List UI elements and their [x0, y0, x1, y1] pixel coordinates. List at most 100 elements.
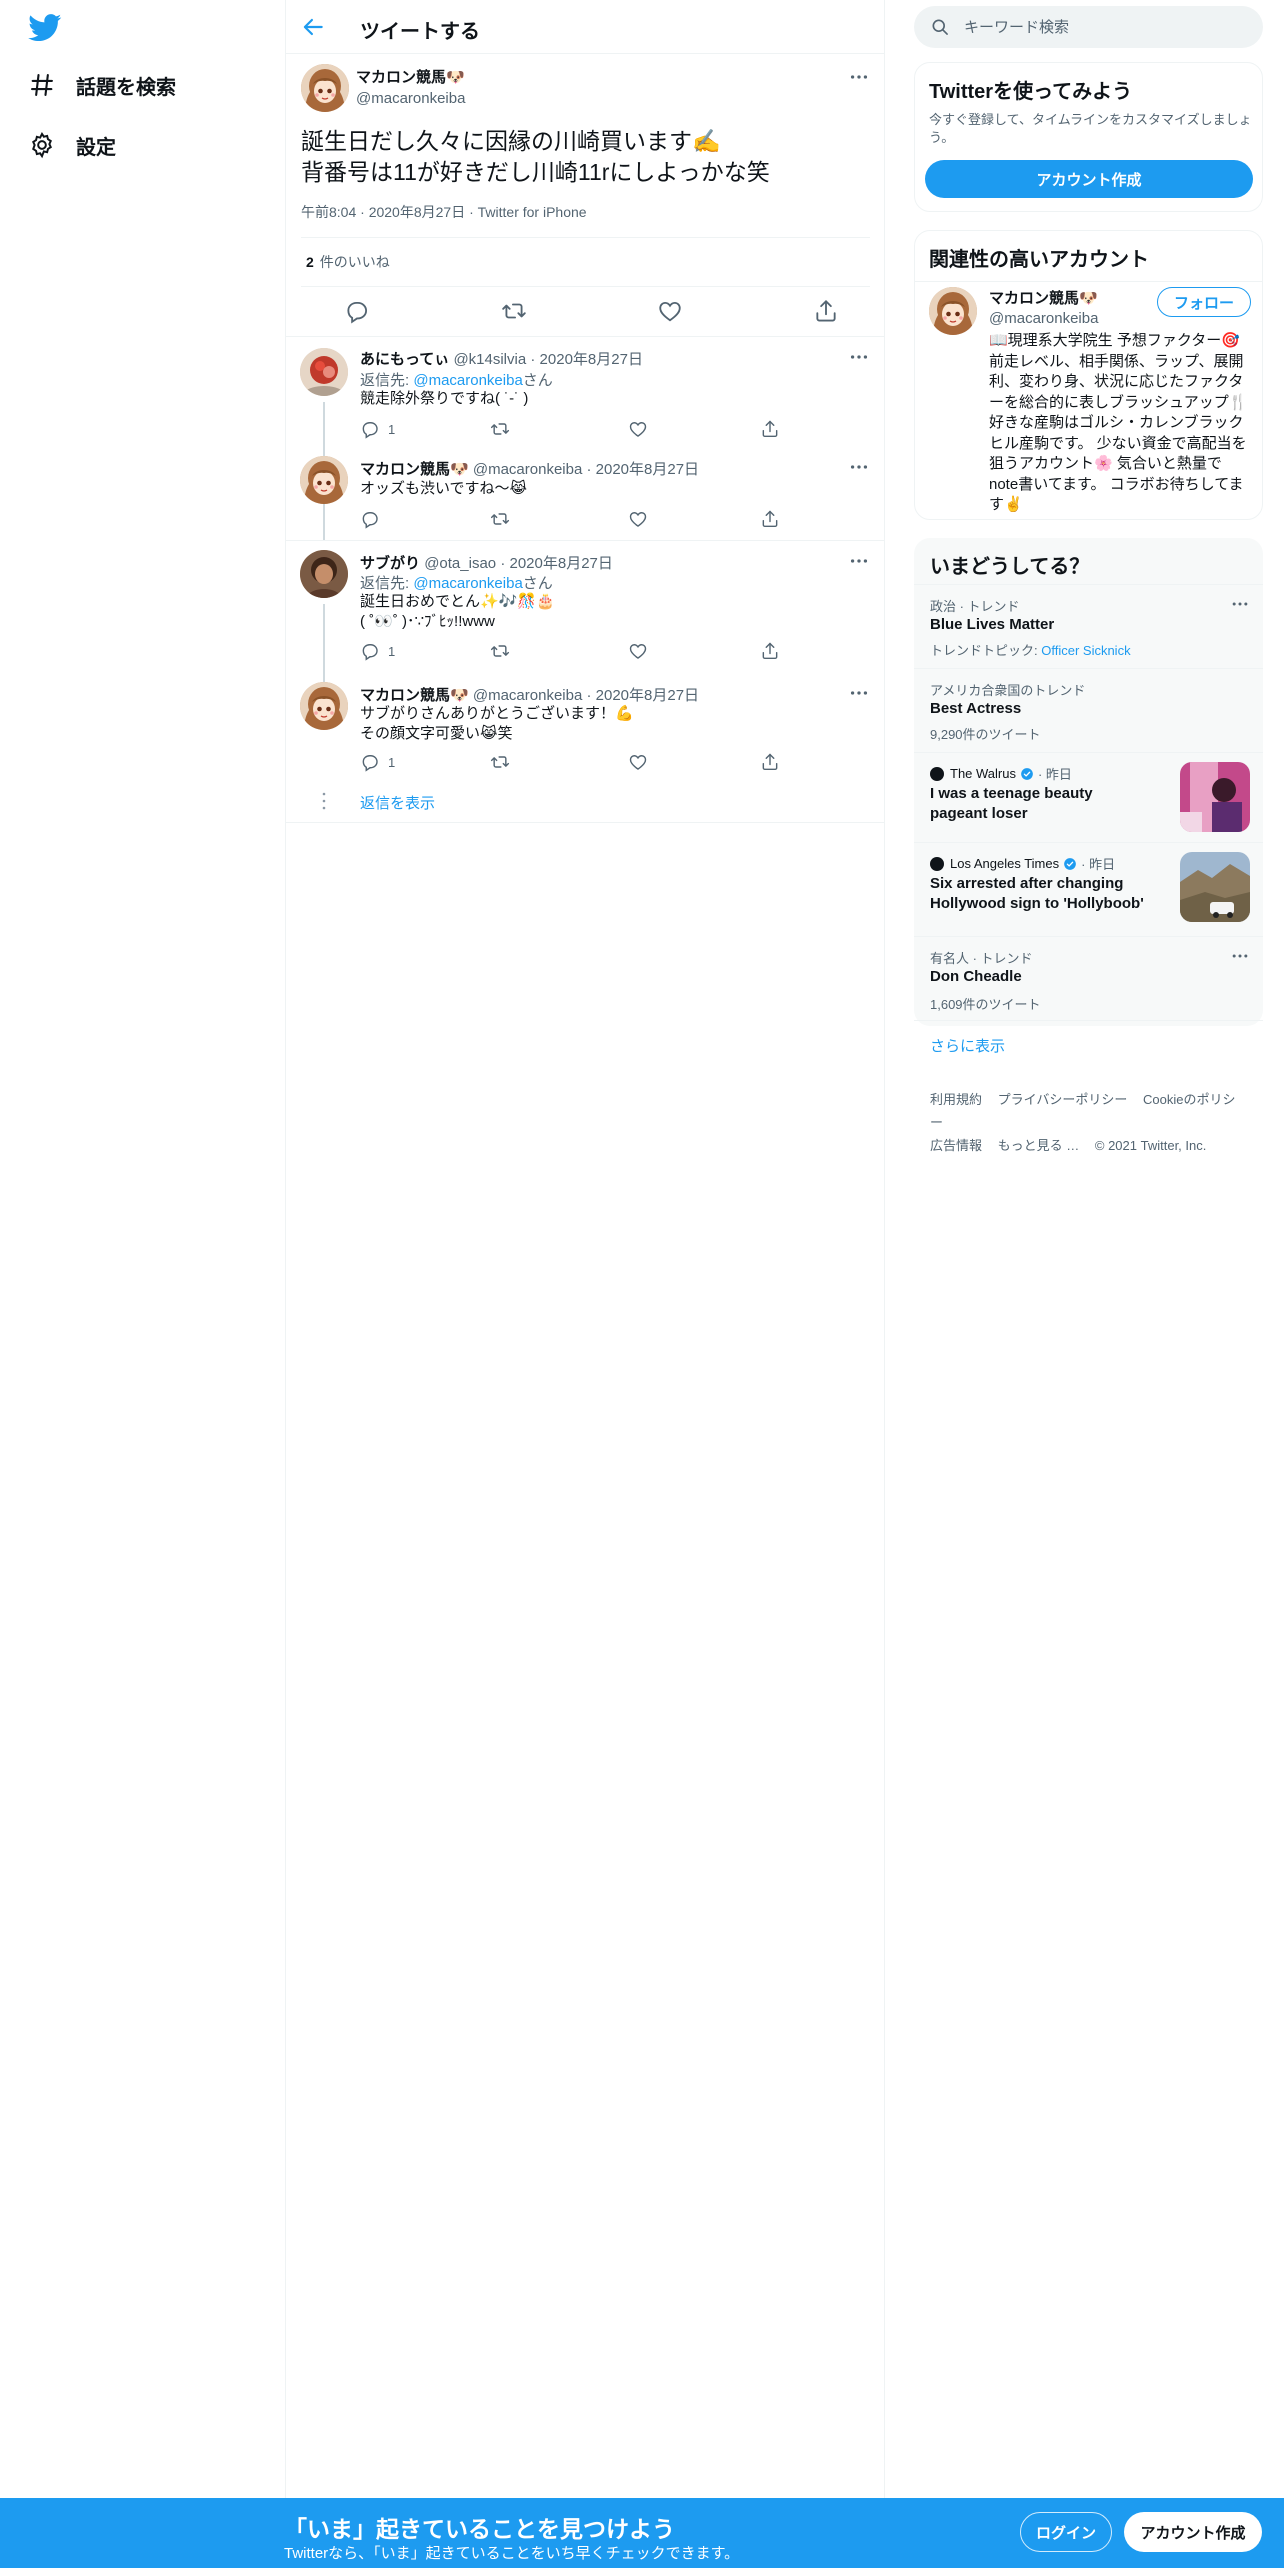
trend-topic-link[interactable]: Officer Sicknick [1041, 643, 1130, 658]
tweet-date[interactable]: 2020年8月27日 [540, 351, 643, 368]
likes-count[interactable]: 2 件のいいね [306, 252, 390, 272]
signup-button[interactable]: アカウント作成 [1124, 2512, 1262, 2552]
login-button[interactable]: ログイン [1020, 2512, 1112, 2552]
more-options-icon[interactable] [848, 682, 870, 704]
divider [286, 822, 884, 823]
more-options-icon[interactable] [1230, 594, 1250, 614]
trend-item[interactable]: アメリカ合衆国のトレンド Best Actress 9,290件のツイート [914, 668, 1263, 752]
avatar[interactable] [929, 287, 977, 335]
reply-icon[interactable] [344, 298, 370, 324]
author-handle[interactable]: @k14silvia [453, 351, 526, 368]
more-options-icon[interactable] [848, 66, 870, 88]
footer-link[interactable]: 利用規約 [930, 1092, 982, 1107]
author-name[interactable]: マカロン競馬🐶 [360, 461, 469, 478]
retweet-icon[interactable] [490, 640, 510, 662]
footer-link[interactable]: 広告情報 [930, 1138, 982, 1153]
related-account[interactable]: マカロン競馬🐶 @macaronkeiba [989, 287, 1098, 327]
show-replies-link[interactable]: 返信を表示 [360, 792, 435, 813]
trend-context: 政治 · トレンド [930, 599, 1020, 614]
avatar[interactable] [300, 348, 348, 396]
reply-icon[interactable]: 1 [360, 751, 395, 773]
like-icon[interactable] [628, 751, 648, 773]
like-icon[interactable] [628, 508, 648, 530]
more-options-icon[interactable] [848, 550, 870, 572]
vertical-dots-icon [316, 790, 332, 812]
share-icon[interactable] [760, 751, 780, 773]
reply-tweet[interactable]: サブがり @ota_isao · 2020年8月27日 返信先: @macaro… [286, 540, 884, 822]
more-options-icon[interactable] [848, 456, 870, 478]
bottom-bar-title: 「いま」起きていることを見つけよう [284, 2516, 675, 2542]
author-handle[interactable]: @macaronkeiba [473, 687, 582, 704]
reply-actions: 1 [360, 640, 780, 662]
share-icon[interactable] [760, 508, 780, 530]
like-icon[interactable] [628, 418, 648, 440]
show-more-link[interactable]: さらに表示 [930, 1035, 1005, 1056]
trend-context: 有名人 · トレンド [930, 951, 1033, 966]
avatar[interactable] [301, 64, 349, 112]
reply-icon[interactable] [360, 508, 380, 530]
retweet-icon[interactable] [490, 751, 510, 773]
likes-label: 件のいいね [319, 254, 390, 270]
news-source: Los Angeles Times · 昨日 [930, 854, 1115, 873]
nav-settings[interactable]: 設定 [28, 125, 116, 165]
author-name[interactable]: サブがり [360, 555, 420, 572]
trend-item[interactable]: 政治 · トレンド Blue Lives Matter トレンドトピック: Of… [914, 584, 1263, 668]
author-name[interactable]: マカロン競馬🐶 [360, 687, 469, 704]
signup-card-title: Twitterを使ってみよう [929, 81, 1133, 103]
copyright: © 2021 Twitter, Inc. [1094, 1138, 1207, 1153]
author-handle[interactable]: @ota_isao [424, 555, 496, 572]
avatar[interactable] [300, 682, 348, 730]
author-name: マカロン競馬🐶 [356, 69, 465, 86]
gear-icon [28, 131, 56, 159]
author-name[interactable]: あにもってぃ [360, 351, 449, 368]
reply-icon[interactable]: 1 [360, 640, 395, 662]
reply-to-link[interactable]: @macaronkeiba [413, 575, 522, 592]
tweet-date[interactable]: 2020年8月27日 [509, 555, 612, 572]
footer-link[interactable]: プライバシーポリシー [998, 1092, 1128, 1107]
likes-number: 2 [306, 254, 314, 270]
more-options-icon[interactable] [848, 346, 870, 368]
reply-actions: 1 [360, 418, 780, 440]
verified-icon [1063, 857, 1077, 871]
retweet-icon[interactable] [490, 418, 510, 440]
back-arrow-icon[interactable] [300, 14, 326, 40]
follow-button[interactable]: フォロー [1157, 287, 1251, 317]
retweet-icon[interactable] [501, 298, 527, 324]
twitter-logo-icon[interactable] [28, 14, 62, 42]
tweet-timestamp[interactable]: 午前8:04 · 2020年8月27日 · Twitter for iPhone [301, 202, 587, 222]
author-handle[interactable]: @macaronkeiba [473, 461, 582, 478]
create-account-button[interactable]: アカウント作成 [925, 160, 1253, 198]
reply-tweet[interactable]: あにもってぃ @k14silvia · 2020年8月27日 返信先: @mac… [286, 336, 884, 540]
author-handle: @macaronkeiba [356, 90, 466, 107]
avatar[interactable] [300, 550, 348, 598]
share-icon[interactable] [760, 418, 780, 440]
tweet-count: 1,609件のツイート [930, 997, 1041, 1012]
tweet-author[interactable]: マカロン競馬🐶 @macaronkeiba [356, 66, 465, 107]
reply-count: 1 [388, 754, 396, 770]
share-icon[interactable] [760, 640, 780, 662]
avatar[interactable] [300, 456, 348, 504]
trend-item[interactable]: 有名人 · トレンド Don Cheadle 1,609件のツイート [914, 936, 1263, 1020]
reply-to-link[interactable]: @macaronkeiba [413, 372, 522, 389]
tweet-date[interactable]: 2020年8月27日 [596, 687, 699, 704]
reply-icon[interactable]: 1 [360, 418, 395, 440]
trend-context: アメリカ合衆国のトレンド [930, 683, 1086, 698]
tweet-date[interactable]: 2020年8月27日 [596, 461, 699, 478]
main-column: ツイートする マカロン競馬🐶 @macaronkeiba 誕生日だし久々に因縁の… [286, 0, 885, 2500]
reply-header: サブがり @ota_isao · 2020年8月27日 [360, 555, 613, 572]
retweet-icon[interactable] [490, 508, 510, 530]
search-input[interactable] [964, 18, 1244, 36]
search-bar[interactable] [914, 6, 1263, 48]
share-icon[interactable] [813, 298, 839, 324]
footer-link[interactable]: もっと見る … [998, 1138, 1080, 1153]
divider [914, 1020, 1263, 1021]
nav-explore[interactable]: 話題を検索 [28, 65, 176, 105]
more-options-icon[interactable] [1230, 946, 1250, 966]
news-item[interactable]: The Walrus · 昨日 I was a teenage beauty p… [914, 752, 1263, 842]
news-item[interactable]: Los Angeles Times · 昨日 Six arrested afte… [914, 842, 1263, 936]
like-icon[interactable] [628, 640, 648, 662]
like-icon[interactable] [657, 298, 683, 324]
reply-actions [360, 508, 780, 530]
news-thumbnail [1180, 852, 1250, 922]
news-thumbnail [1180, 762, 1250, 832]
